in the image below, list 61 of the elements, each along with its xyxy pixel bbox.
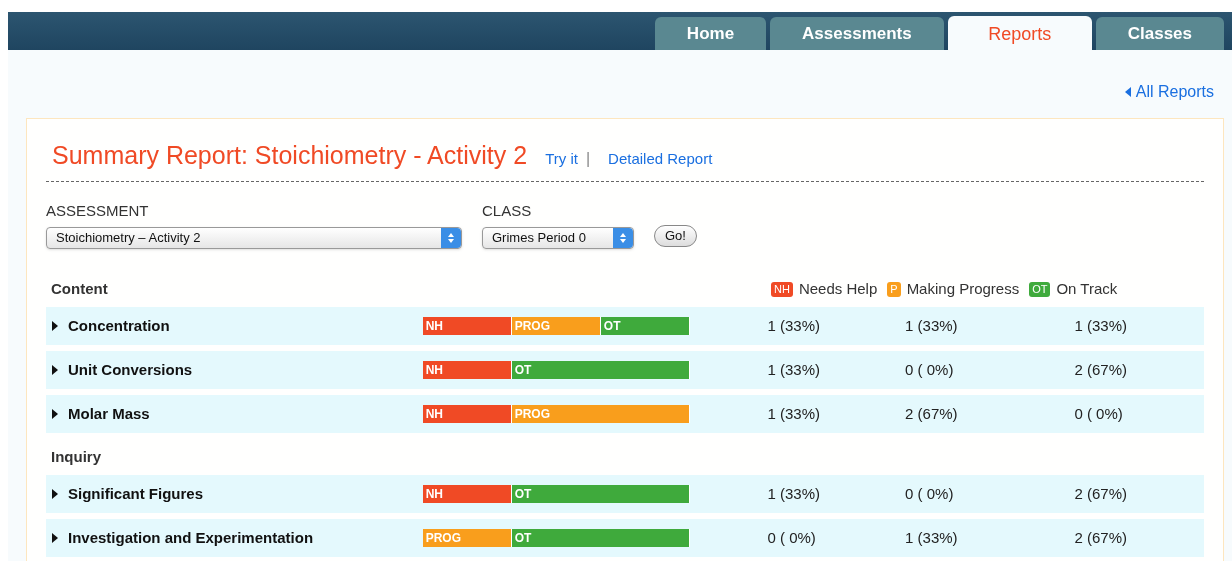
student-count: 1 (33%) <box>767 360 821 378</box>
expand-arrow-icon[interactable] <box>51 489 59 499</box>
legend-badge: NH <box>771 281 793 297</box>
bar-segment: NH <box>422 317 512 335</box>
go-button[interactable]: Go! <box>654 225 697 247</box>
link-separator: | <box>585 149 591 169</box>
nav-tab[interactable]: Assessments <box>770 17 944 50</box>
back-arrow-icon <box>1124 87 1131 97</box>
student-count: 0 ( 0%) <box>905 360 954 378</box>
bar-segment: OT <box>600 317 690 335</box>
student-count: 0 ( 0%) <box>767 528 816 546</box>
bar-segment: PROG <box>511 317 601 335</box>
student-count: 0 ( 0%) <box>1074 404 1123 422</box>
student-count: 1 (33%) <box>767 484 821 502</box>
student-count: 1 (33%) <box>1074 316 1127 334</box>
dropdown[interactable]: Stoichiometry – Activity 2 <box>46 227 462 249</box>
report-link[interactable]: Try it <box>535 148 578 171</box>
bar-segment: OT <box>511 361 690 379</box>
expand-arrow-icon[interactable] <box>51 321 59 331</box>
topic-name[interactable]: Molar Mass <box>68 402 150 426</box>
student-count: 2 (67%) <box>905 404 958 422</box>
bar-segment: PROG <box>511 405 690 423</box>
dropdown-stepper-icon <box>441 228 461 248</box>
student-count: 1 (33%) <box>767 316 821 334</box>
student-count: 2 (67%) <box>1074 528 1127 546</box>
student-count: 1 (33%) <box>767 404 821 422</box>
expand-arrow-icon[interactable] <box>51 365 59 375</box>
topic-name[interactable]: Concentration <box>68 314 170 338</box>
topic-name[interactable]: Investigation and Experimentation <box>68 526 314 550</box>
bar-segment: PROG <box>422 529 512 547</box>
dropdown-stepper-icon <box>613 228 633 248</box>
legend-label: Making Progress <box>906 278 1020 299</box>
section-heading: Inquiry <box>51 446 102 467</box>
legend-badge: P <box>887 281 901 297</box>
nav-tab[interactable]: Home <box>654 17 767 50</box>
student-count: 0 ( 0%) <box>905 484 954 502</box>
field-label: CLASS <box>482 200 533 221</box>
bar-segment: NH <box>422 485 512 503</box>
topic-name[interactable]: Significant Figures <box>68 482 203 506</box>
bar-segment: OT <box>511 529 690 547</box>
expand-arrow-icon[interactable] <box>51 533 59 543</box>
student-count: 1 (33%) <box>905 316 958 334</box>
all-reports-link[interactable]: All Reports <box>1124 80 1214 104</box>
bar-segment: NH <box>422 361 512 379</box>
topic-name[interactable]: Unit Conversions <box>68 358 193 382</box>
nav-tab[interactable]: Reports <box>947 16 1092 52</box>
field-label: ASSESSMENT <box>46 200 150 221</box>
legend-badge: OT <box>1029 281 1051 297</box>
expand-arrow-icon[interactable] <box>51 409 59 419</box>
dropdown[interactable]: Grimes Period 0 <box>482 227 634 249</box>
student-count: 1 (33%) <box>905 528 958 546</box>
legend-label: On Track <box>1056 278 1118 299</box>
nav-tab[interactable]: Classes <box>1095 17 1224 50</box>
student-count: 2 (67%) <box>1074 484 1127 502</box>
report-link[interactable]: Detailed Report <box>598 148 713 171</box>
student-count: 2 (67%) <box>1074 360 1127 378</box>
section-heading: Content <box>51 278 109 299</box>
legend-label: Needs Help <box>798 278 878 299</box>
report-title: Summary Report: Stoichiometry - Activity 2 <box>51 140 528 171</box>
bar-segment: NH <box>422 405 512 423</box>
bar-segment: OT <box>511 485 690 503</box>
